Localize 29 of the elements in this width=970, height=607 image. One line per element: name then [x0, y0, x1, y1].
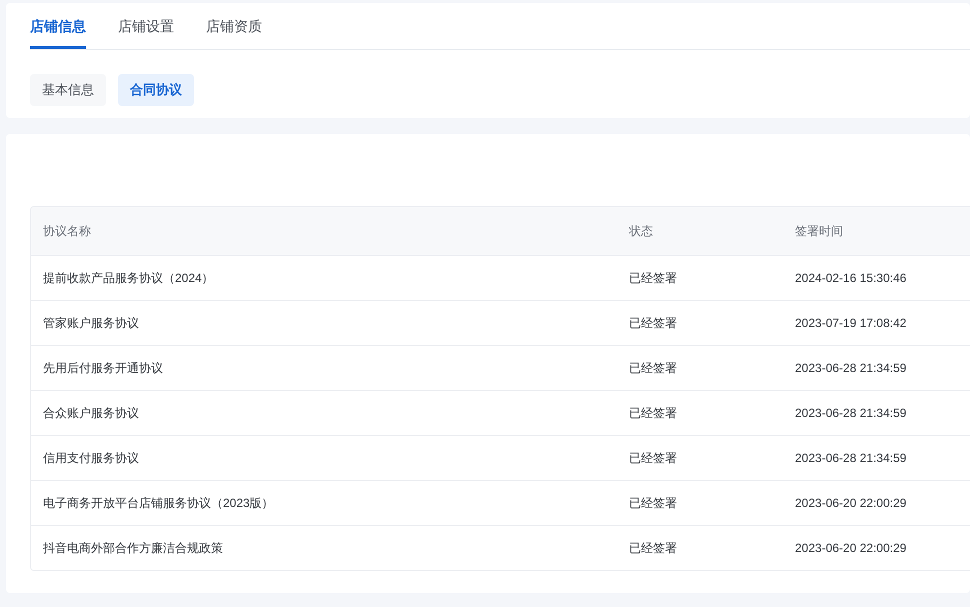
- table-cell-text: 已经签署: [628, 494, 678, 512]
- tab[interactable]: 店铺资质: [206, 3, 262, 49]
- column-header: 签署时间: [794, 222, 844, 240]
- tab[interactable]: 店铺信息: [30, 3, 86, 49]
- table-cell-text: 合众账户服务协议: [42, 404, 140, 422]
- table-cell-text: 抖音电商外部合作方廉洁合规政策: [42, 540, 224, 556]
- table-cell-text: 已经签署: [628, 360, 678, 376]
- table-cell-text: 已经签署: [628, 404, 678, 422]
- table-cell-text: 已经签署: [628, 270, 678, 286]
- subtab-button[interactable]: 基本信息: [30, 74, 106, 106]
- table-cell-text: 信用支付服务协议: [42, 450, 140, 466]
- table-cell-text: 2023-06-20 22:00:29: [794, 496, 908, 510]
- column-header: 协议名称: [42, 222, 92, 240]
- table-cell-text: 管家账户服务协议: [42, 314, 140, 332]
- table-cell-text: 已经签署: [628, 540, 678, 556]
- table-cell-text: 2023-06-20 22:00:29: [794, 541, 908, 555]
- table-cell-text: 2023-07-19 17:08:42: [794, 316, 908, 330]
- table-cell-text: 2023-06-28 21:34:59: [794, 451, 908, 465]
- table-cell-text: 已经签署: [628, 450, 678, 466]
- table-cell-text: 2023-06-28 21:34:59: [794, 406, 908, 420]
- subtab-button[interactable]: 合同协议: [118, 74, 194, 106]
- table-cell-text: 已经签署: [628, 314, 678, 332]
- table-cell-text: 2023-06-28 21:34:59: [794, 361, 908, 375]
- table-cell-text: 先用后付服务开通协议: [42, 360, 164, 376]
- column-header: 状态: [628, 222, 654, 240]
- table-cell-text: 2024-02-16 15:30:46: [794, 271, 908, 285]
- tab[interactable]: 店铺设置: [118, 3, 174, 49]
- table-cell-text: 电子商务开放平台店铺服务协议（2023版）: [42, 494, 275, 512]
- table-cell-text: 提前收款产品服务协议（2024）: [42, 270, 215, 286]
